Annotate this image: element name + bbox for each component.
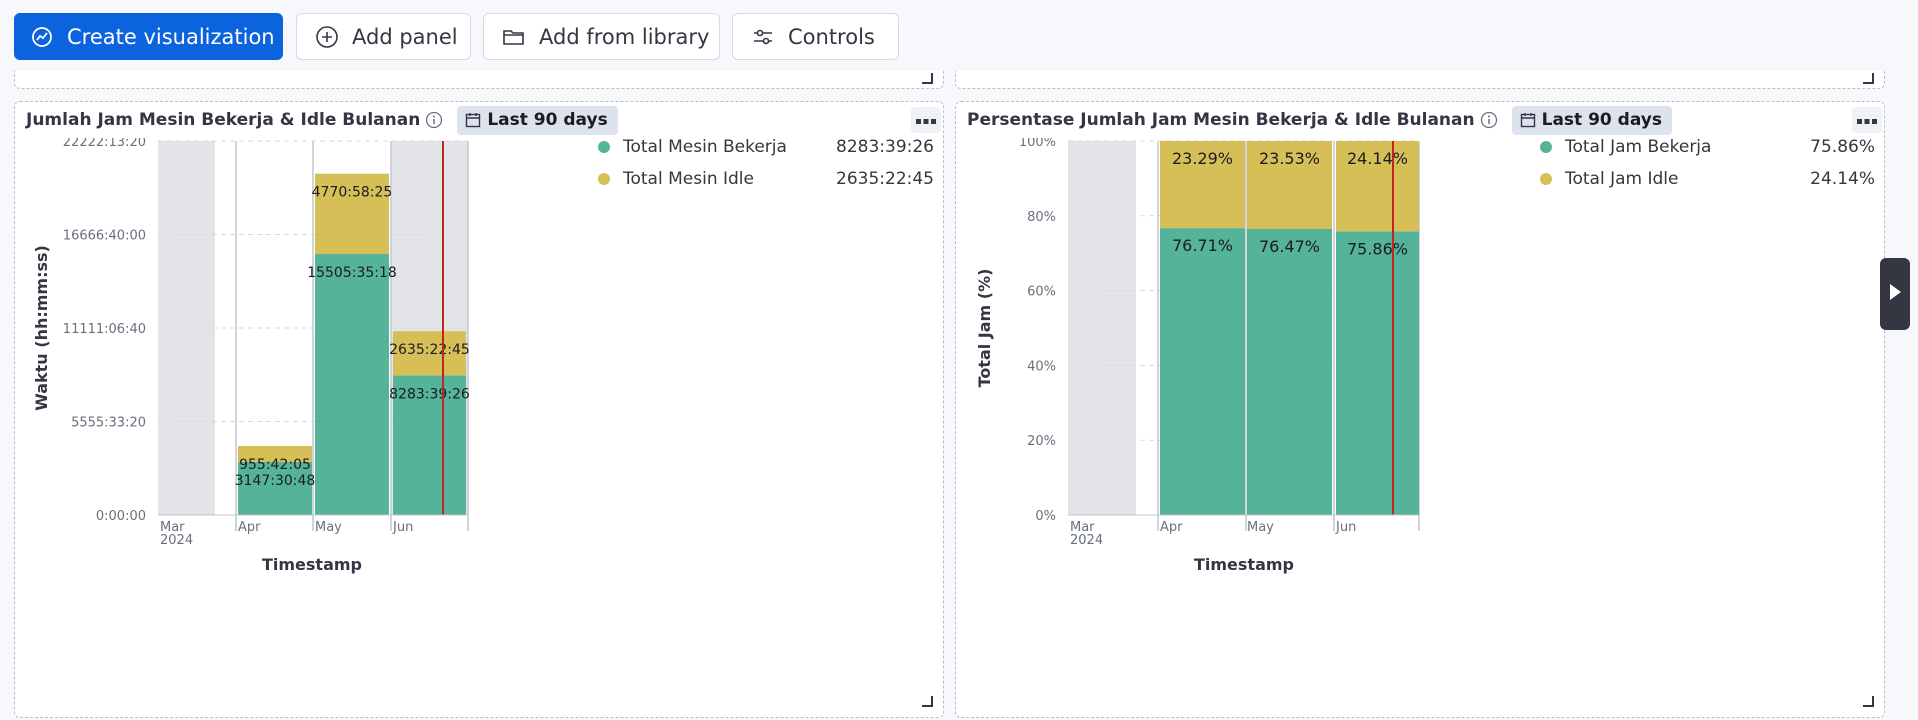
bar-value-label: 76.71% <box>1172 236 1233 255</box>
bar-value-label: 955:42:05 <box>239 457 311 473</box>
time-range-label: Last 90 days <box>487 110 608 130</box>
legend-label: Total Jam Bekerja <box>1565 137 1712 157</box>
x-tick-year-label: 2024 <box>160 533 193 548</box>
y-axis-title: Waktu (hh:mm:ss) <box>32 245 51 411</box>
panel-title: Jumlah Jam Mesin Bekerja & Idle Bulanan <box>26 110 421 130</box>
legend-item[interactable]: Total Jam Bekerja 75.86% <box>1540 134 1875 160</box>
resize-handle[interactable] <box>1863 696 1874 707</box>
add-panel-label: Add panel <box>352 24 458 49</box>
bar-value-label: 4770:58:25 <box>312 185 393 201</box>
upper-panel-left-edge <box>14 71 944 89</box>
add-panel-button[interactable]: Add panel <box>296 13 471 60</box>
panel-options-button[interactable] <box>1852 107 1882 133</box>
create-visualization-button[interactable]: Create visualization <box>14 13 283 60</box>
add-from-library-button[interactable]: Add from library <box>483 13 720 60</box>
y-tick-label: 40% <box>1027 359 1056 374</box>
controls-button[interactable]: Controls <box>732 13 899 60</box>
resize-handle[interactable] <box>922 696 933 707</box>
legend-item[interactable]: Total Mesin Idle 2635:22:45 <box>598 166 934 192</box>
ellipsis-icon <box>915 111 937 130</box>
upper-panel-right-edge <box>955 71 1885 89</box>
x-tick-year-label: 2024 <box>1070 533 1103 548</box>
legend-item[interactable]: Total Mesin Bekerja 8283:39:26 <box>598 134 934 160</box>
panel-header: Persentase Jumlah Jam Mesin Bekerja & Id… <box>967 102 1672 138</box>
expand-flyout-button[interactable] <box>1880 258 1910 330</box>
legend-swatch <box>1540 173 1552 185</box>
panel-header: Jumlah Jam Mesin Bekerja & Idle Bulanan … <box>26 102 618 138</box>
y-axis-title: Total Jam (%) <box>975 269 994 388</box>
legend-label: Total Mesin Bekerja <box>623 137 787 157</box>
legend-label: Total Jam Idle <box>1565 169 1679 189</box>
bar-value-label: 8283:39:26 <box>389 387 470 403</box>
chart-machine-hours: 0:00:00 5555:33:20 11111:06:40 16666:40:00 2… <box>32 138 470 574</box>
panel-options-button[interactable] <box>911 107 941 133</box>
y-tick-label: 0:00:00 <box>96 509 146 524</box>
time-range-badge[interactable]: Last 90 days <box>457 105 618 135</box>
x-axis-title: Timestamp <box>1194 555 1294 574</box>
bar-value-label: 76.47% <box>1259 237 1320 256</box>
chart-legend: Total Jam Bekerja 75.86% Total Jam Idle … <box>1540 134 1875 194</box>
resize-handle[interactable] <box>1863 73 1874 84</box>
play-icon <box>1888 283 1902 305</box>
legend-value: 24.14% <box>1810 169 1875 189</box>
dashboard-toolbar: Create visualization Add panel Add from … <box>0 0 1896 74</box>
legend-label: Total Mesin Idle <box>623 169 754 189</box>
bar-value-label: 2635:22:45 <box>389 342 470 358</box>
calendar-icon <box>1520 112 1536 128</box>
x-tick-label: Jun <box>1335 520 1356 535</box>
legend-value: 75.86% <box>1810 137 1875 157</box>
ellipsis-icon <box>1856 111 1878 130</box>
calendar-icon <box>465 112 481 128</box>
legend-swatch <box>1540 141 1552 153</box>
x-axis-title: Timestamp <box>262 555 362 574</box>
legend-swatch <box>598 141 610 153</box>
bar-value-label: 3147:30:48 <box>235 473 316 489</box>
panel-machine-hours: Jumlah Jam Mesin Bekerja & Idle Bulanan … <box>14 101 944 718</box>
info-icon[interactable] <box>425 111 443 129</box>
panel-machine-hours-percent: Persentase Jumlah Jam Mesin Bekerja & Id… <box>955 101 1885 718</box>
out-of-range-area <box>1068 141 1136 515</box>
visualize-icon <box>30 25 54 49</box>
legend-item[interactable]: Total Jam Idle 24.14% <box>1540 166 1875 192</box>
panel-title: Persentase Jumlah Jam Mesin Bekerja & Id… <box>967 110 1475 130</box>
x-tick-label: Apr <box>238 520 261 535</box>
info-icon[interactable] <box>1480 111 1498 129</box>
legend-value: 8283:39:26 <box>836 137 934 157</box>
y-tick-label: 22222:13:20 <box>63 138 146 150</box>
bar-segment <box>315 254 389 515</box>
bar-value-label: 23.29% <box>1172 149 1233 168</box>
bar-value-label: 23.53% <box>1259 149 1320 168</box>
y-tick-label: 20% <box>1027 434 1056 449</box>
legend-swatch <box>598 173 610 185</box>
time-range-badge[interactable]: Last 90 days <box>1511 105 1672 135</box>
bar-value-label: 24.14% <box>1347 149 1408 168</box>
y-tick-label: 100% <box>1019 138 1056 150</box>
controls-label: Controls <box>788 24 875 49</box>
chart-legend: Total Mesin Bekerja 8283:39:26 Total Mes… <box>598 134 934 194</box>
x-tick-label: Apr <box>1160 520 1183 535</box>
chart-machine-hours-percent: 0% 20% 40% 60% 80% 100% 76.71% 23.29% 76.47% 23.5… <box>975 138 1420 574</box>
bar-segment <box>1247 229 1332 515</box>
create-visualization-label: Create visualization <box>67 24 275 49</box>
bar-value-label: 75.86% <box>1347 239 1408 258</box>
bar-segment <box>1160 228 1245 515</box>
time-range-label: Last 90 days <box>1541 110 1662 130</box>
x-tick-label: Jun <box>392 520 413 535</box>
legend-value: 2635:22:45 <box>836 169 934 189</box>
y-tick-label: 0% <box>1035 509 1056 524</box>
plus-circle-icon <box>315 25 339 49</box>
x-tick-label: May <box>315 520 342 535</box>
resize-handle[interactable] <box>922 73 933 84</box>
folder-icon <box>502 25 526 49</box>
y-tick-label: 60% <box>1027 285 1056 300</box>
add-from-library-label: Add from library <box>539 24 710 49</box>
y-tick-label: 16666:40:00 <box>63 229 146 244</box>
bar-segment <box>1336 231 1419 515</box>
sliders-icon <box>751 25 775 49</box>
bar-value-label: 15505:35:18 <box>307 265 397 281</box>
x-tick-label: May <box>1247 520 1274 535</box>
y-tick-label: 5555:33:20 <box>71 416 146 431</box>
y-tick-label: 80% <box>1027 210 1056 225</box>
y-tick-label: 11111:06:40 <box>63 322 146 337</box>
